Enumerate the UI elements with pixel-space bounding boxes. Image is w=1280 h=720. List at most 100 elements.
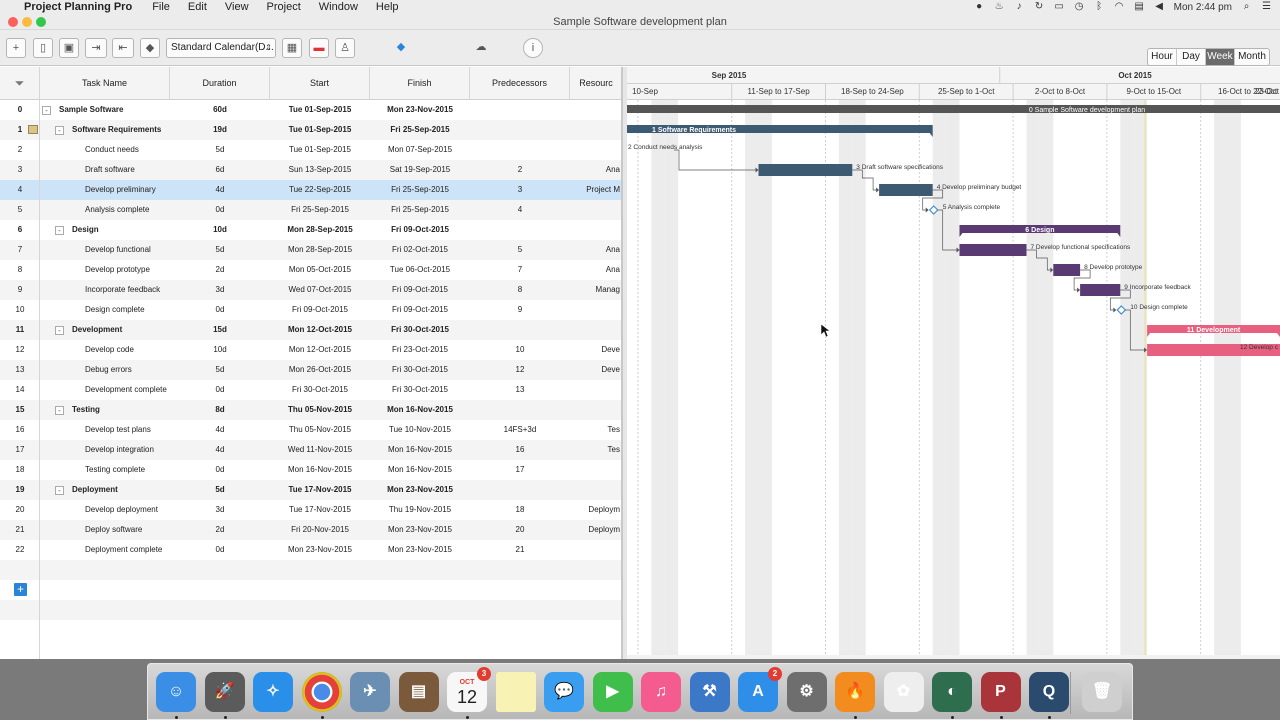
photos-icon[interactable]: ✿ [883,672,924,712]
finder-icon[interactable]: ☺ [156,672,196,712]
predecessors-cell[interactable]: 14FS+3d [470,420,570,440]
duration-cell[interactable]: 5d [170,360,270,380]
task-name-cell[interactable]: Analysis complete [40,200,170,220]
predecessors-cell[interactable]: 9 [470,300,570,320]
finish-cell[interactable]: Mon 16-Nov-2015 [370,440,470,460]
resource-cell[interactable] [570,480,621,500]
resource-cell[interactable] [570,460,621,480]
task-bar[interactable] [879,184,933,196]
system-preferences-icon[interactable]: ⚙ [786,672,827,712]
start-cell[interactable]: Tue 01-Sep-2015 [270,100,370,120]
filter-icon[interactable]: ⏷ [12,76,27,91]
sync-icon[interactable]: ↻ [1034,2,1045,12]
row-number[interactable]: 20 [0,500,40,520]
finish-cell[interactable]: Mon 23-Nov-2015 [370,480,470,500]
quicktime-icon[interactable]: Q [1029,672,1069,712]
duration-cell[interactable]: 3d [170,280,270,300]
app-menu[interactable]: Project Planning Pro [24,1,132,13]
task-name-cell[interactable]: Develop test plans [40,420,170,440]
collapse-toggle[interactable]: - [55,486,64,495]
start-cell[interactable]: Tue 22-Sep-2015 [270,180,370,200]
predecessors-cell[interactable]: 16 [470,440,570,460]
task-name-cell[interactable]: Debug errors [40,360,170,380]
duration-cell[interactable]: 8d [170,400,270,420]
duration-cell[interactable]: 19d [170,120,270,140]
start-cell[interactable]: Mon 16-Nov-2015 [270,460,370,480]
info-icon[interactable]: i [523,38,543,58]
row-number[interactable]: 21 [0,520,40,540]
view-day-button[interactable]: Day [1177,49,1206,65]
start-cell[interactable]: Tue 01-Sep-2015 [270,120,370,140]
resource-cell[interactable]: Manag [570,280,621,300]
start-cell[interactable]: Mon 23-Nov-2015 [270,540,370,560]
resource-cell[interactable] [570,100,621,120]
finish-cell[interactable]: Fri 25-Sep-2015 [370,180,470,200]
resource-cell[interactable]: Deploym [570,520,621,540]
collapse-toggle[interactable]: - [55,406,64,415]
finish-cell[interactable]: Fri 25-Sep-2015 [370,120,470,140]
collapse-toggle[interactable]: - [55,126,64,135]
start-cell[interactable]: Tue 17-Nov-2015 [270,500,370,520]
table-row[interactable]: 7 Develop functional 5d Mon 28-Sep-2015 Fri … [0,240,621,260]
duration-cell[interactable]: 2d [170,260,270,280]
flag-icon[interactable]: ▤ [1134,2,1145,12]
table-row[interactable]: 0 Sample Software - 60d Tue 01-Sep-2015 Mon 2… [0,100,621,120]
delete-task-button[interactable]: ▯ [33,38,53,58]
finish-cell[interactable]: Fri 23-Oct-2015 [370,340,470,360]
finish-cell[interactable]: Fri 09-Oct-2015 [370,280,470,300]
empty-row[interactable] [0,600,621,620]
start-cell[interactable]: Tue 17-Nov-2015 [270,480,370,500]
finish-cell[interactable]: Fri 30-Oct-2015 [370,380,470,400]
start-cell[interactable]: Mon 28-Sep-2015 [270,220,370,240]
row-number[interactable]: 11 [0,320,40,340]
menu-window[interactable]: Window [319,1,358,13]
duration-cell[interactable]: 5d [170,140,270,160]
preview-icon[interactable]: ✈ [350,672,390,712]
duration-cell[interactable]: 10d [170,340,270,360]
calendar-icon[interactable]: OCT 12 3 [447,667,491,712]
predecessors-cell[interactable]: 18 [470,500,570,520]
column-header-task-name[interactable]: Task Name [40,67,170,100]
row-number[interactable]: 13 [0,360,40,380]
table-row[interactable]: 12 Develop code 10d Mon 12-Oct-2015 Fri 23-O… [0,340,621,360]
appstore-icon[interactable]: A2 [738,667,782,712]
row-number[interactable]: 5 [0,200,40,220]
duration-cell[interactable]: 4d [170,420,270,440]
row-number[interactable]: 3 [0,160,40,180]
task-name-cell[interactable]: Testing complete [40,460,170,480]
table-row[interactable]: 13 Debug errors 5d Mon 26-Oct-2015 Fri 30-Oc… [0,360,621,380]
save-button[interactable]: ▣ [59,38,79,58]
predecessors-cell[interactable] [470,100,570,120]
task-name-cell[interactable]: Develop prototype [40,260,170,280]
task-name-cell[interactable]: Sample Software [40,100,170,120]
predecessors-cell[interactable]: 10 [470,340,570,360]
row-number[interactable]: 2 [0,140,40,160]
finish-cell[interactable]: Fri 25-Sep-2015 [370,200,470,220]
menu-file[interactable]: File [152,1,170,13]
duration-cell[interactable]: 2d [170,520,270,540]
table-row[interactable]: 10 Design complete 0d Fri 09-Oct-2015 Fri 09… [0,300,621,320]
notification-center-icon[interactable]: ☰ [1261,2,1272,12]
task-name-cell[interactable]: Develop code [40,340,170,360]
predecessors-cell[interactable]: 8 [470,280,570,300]
cloud-icon[interactable]: ☁ [471,38,491,58]
table-row[interactable]: 5 Analysis complete 0d Fri 25-Sep-2015 Fri 2… [0,200,621,220]
table-row[interactable]: 14 Development complete 0d Fri 30-Oct-2015 F… [0,380,621,400]
table-row[interactable]: 15 Testing -8d Thu 05-Nov-2015 Mon 16-Nov-20… [0,400,621,420]
resource-cell[interactable]: Ana [570,260,621,280]
resource-cell[interactable]: Ana [570,240,621,260]
predecessors-cell[interactable]: 2 [470,160,570,180]
row-number[interactable]: 19 [0,480,40,500]
table-row[interactable]: 20 Develop deployment 3d Tue 17-Nov-2015 Thu… [0,500,621,520]
bell-icon[interactable]: ♪ [1014,2,1025,12]
duration-cell[interactable]: 15d [170,320,270,340]
table-row[interactable]: 3 Draft software 6d Sun 13-Sep-2015 Sat 19-S… [0,160,621,180]
row-number[interactable]: 10 [0,300,40,320]
predecessors-cell[interactable] [470,480,570,500]
notes-icon[interactable] [495,672,536,712]
project-icon[interactable]: ◐ [932,672,972,712]
duration-cell[interactable]: 6d [170,160,270,180]
column-header-finish[interactable]: Finish [370,67,470,100]
finish-cell[interactable]: Tue 06-Oct-2015 [370,260,470,280]
task-bar[interactable] [758,164,853,176]
